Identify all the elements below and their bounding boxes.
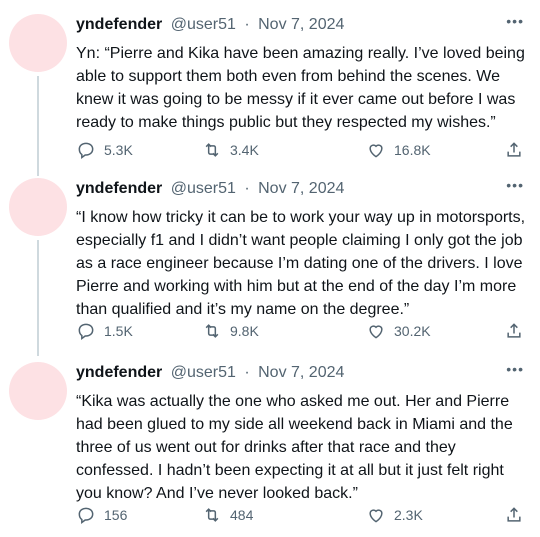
like-button[interactable]: 2.3K [366,503,423,527]
avatar[interactable] [9,14,67,72]
reply-count: 1.5K [104,323,133,339]
handle[interactable]: @user51 [171,364,236,381]
timestamp[interactable]: Nov 7, 2024 [258,16,344,33]
tweet[interactable]: yndefender @user51 · Nov 7, 2024 ••• “I … [0,177,540,356]
more-icon[interactable]: ••• [506,10,524,32]
like-count: 2.3K [394,507,423,523]
timestamp[interactable]: Nov 7, 2024 [258,180,344,197]
reply-button[interactable]: 1.5K [76,319,133,343]
retweet-count: 484 [230,507,254,523]
retweet-icon [205,508,219,522]
separator: · [244,180,250,197]
retweet-count: 3.4K [230,142,259,158]
like-icon [369,509,383,523]
display-name[interactable]: yndefender [76,16,162,33]
retweet-button[interactable]: 9.8K [202,319,259,343]
handle[interactable]: @user51 [171,16,236,33]
display-name[interactable]: yndefender [76,364,162,381]
tweet-header: yndefender @user51 · Nov 7, 2024 ••• [76,13,528,38]
reply-count: 5.3K [104,142,133,158]
like-button[interactable]: 30.2K [366,319,431,343]
like-count: 16.8K [394,142,431,158]
tweet-header: yndefender @user51 · Nov 7, 2024 ••• [76,361,528,386]
display-name[interactable]: yndefender [76,180,162,197]
reply-button[interactable]: 156 [76,503,127,527]
like-button[interactable]: 16.8K [366,138,431,162]
reply-icon [78,142,94,159]
tweet[interactable]: yndefender @user51 · Nov 7, 2024 ••• Yn:… [0,13,540,176]
more-icon[interactable]: ••• [506,358,524,380]
reply-icon [78,323,94,340]
share-button[interactable] [504,319,524,343]
like-icon [369,325,383,339]
share-icon [507,507,521,522]
like-icon [369,144,383,158]
share-button[interactable] [504,138,524,162]
tweet-header: yndefender @user51 · Nov 7, 2024 ••• [76,177,528,202]
share-button[interactable] [504,503,524,527]
retweet-button[interactable]: 484 [202,503,253,527]
retweet-button[interactable]: 3.4K [202,138,259,162]
avatar[interactable] [9,362,67,420]
avatar[interactable] [9,178,67,236]
handle[interactable]: @user51 [171,180,236,197]
retweet-icon [205,143,219,157]
retweet-icon [205,324,219,338]
tweet-text: “I know how tricky it can be to work you… [76,209,526,318]
separator: · [244,364,250,381]
thread-line [37,240,39,356]
thread-line [37,76,39,176]
tweet[interactable]: yndefender @user51 · Nov 7, 2024 ••• “Ki… [0,361,540,532]
tweet-text: Yn: “Pierre and Kika have been amazing r… [76,45,525,131]
action-bar: 156 484 2.3K [76,503,528,527]
more-icon[interactable]: ••• [506,174,524,196]
action-bar: 1.5K 9.8K 30.2K [76,319,528,343]
share-icon [507,142,521,157]
reply-count: 156 [104,507,128,523]
reply-button[interactable]: 5.3K [76,138,133,162]
timestamp[interactable]: Nov 7, 2024 [258,364,344,381]
separator: · [244,16,250,33]
reply-icon [78,507,94,524]
like-count: 30.2K [394,323,431,339]
retweet-count: 9.8K [230,323,259,339]
tweet-text: “Kika was actually the one who asked me … [76,393,513,502]
action-bar: 5.3K 3.4K 16.8K [76,138,528,162]
share-icon [507,323,521,338]
